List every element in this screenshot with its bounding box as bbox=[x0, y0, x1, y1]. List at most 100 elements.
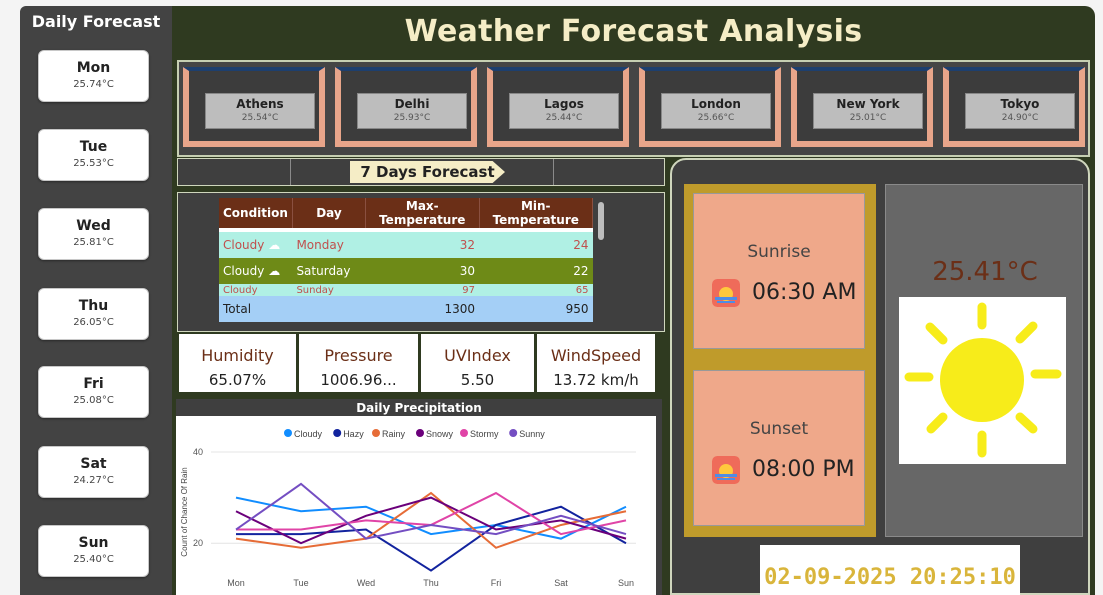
current-datetime: 02-09-2025 20:25:10 bbox=[760, 545, 1020, 595]
metric-value: 1006.96... bbox=[320, 371, 397, 389]
total-min: 950 bbox=[479, 296, 593, 322]
column-header[interactable]: Min-Temperature bbox=[479, 198, 593, 228]
city-button[interactable]: Athens 25.54°C bbox=[205, 93, 315, 129]
day-card-sun[interactable]: Sun 25.40°C bbox=[38, 525, 149, 577]
day-name: Fri bbox=[83, 376, 104, 392]
chart-title: Daily Precipitation bbox=[356, 401, 482, 415]
column-header[interactable]: Day bbox=[292, 198, 367, 228]
day-cell: Sunday bbox=[292, 284, 366, 296]
x-tick-label: Sun bbox=[618, 578, 634, 588]
precipitation-chart[interactable]: Cloudy Hazy Rainy Snowy Stormy Sunny 20 40 Count… bbox=[176, 416, 656, 595]
city-name: Lagos bbox=[544, 97, 584, 111]
day-name: Mon bbox=[76, 60, 111, 76]
metric-label: WindSpeed bbox=[550, 346, 642, 365]
chart-container: Cloudy Hazy Rainy Snowy Stormy Sunny 20 40 Count… bbox=[176, 416, 656, 595]
city-temp: 25.66°C bbox=[697, 113, 735, 123]
city-card-lagos[interactable]: Lagos 25.44°C bbox=[487, 67, 629, 147]
legend-marker bbox=[333, 429, 342, 437]
main-area: Weather Forecast Analysis Athens 25.54°C… bbox=[172, 6, 1095, 595]
table-scrollbar[interactable] bbox=[596, 198, 606, 322]
total-empty bbox=[292, 296, 366, 322]
city-button[interactable]: Delhi 25.93°C bbox=[357, 93, 467, 129]
day-card-mon[interactable]: Mon 25.74°C bbox=[38, 50, 149, 102]
city-temp: 25.01°C bbox=[849, 113, 887, 123]
city-card-tokyo[interactable]: Tokyo 24.90°C bbox=[943, 67, 1085, 147]
condition-text: Cloudy bbox=[223, 238, 265, 252]
table-row[interactable]: Cloudy ☁ Saturday 30 22 bbox=[219, 258, 593, 284]
legend-marker bbox=[460, 429, 468, 437]
sun-weather-panel: Sunrise 06:30 AM Sunset 08:00 PM 25.41°C… bbox=[670, 158, 1090, 595]
y-tick-label: 20 bbox=[193, 538, 203, 548]
city-name: Athens bbox=[236, 97, 284, 111]
day-card-sat[interactable]: Sat 24.27°C bbox=[38, 446, 149, 498]
total-max: 1300 bbox=[365, 296, 479, 322]
cloud-icon: ☁ bbox=[268, 264, 281, 278]
scrollbar-thumb[interactable] bbox=[598, 202, 604, 240]
divider bbox=[553, 159, 554, 185]
table-row[interactable]: Cloudy ☁ Monday 32 24 bbox=[219, 232, 593, 258]
sunset-icon bbox=[712, 456, 740, 484]
metric-value: 65.07% bbox=[208, 371, 267, 389]
metric-value: 13.72 km/h bbox=[553, 371, 639, 389]
column-header[interactable]: Condition bbox=[219, 198, 293, 228]
city-card-london[interactable]: London 25.66°C bbox=[639, 67, 781, 147]
city-card-delhi[interactable]: Delhi 25.93°C bbox=[335, 67, 477, 147]
sunset-card: Sunset 08:00 PM bbox=[693, 370, 865, 526]
precipitation-panel: Daily Precipitation Cloudy Hazy Rainy Snowy… bbox=[176, 399, 662, 595]
day-name: Wed bbox=[76, 218, 111, 234]
legend-label: Sunny bbox=[519, 429, 545, 439]
column-header[interactable]: Max-Temperature bbox=[365, 198, 480, 228]
city-button[interactable]: Lagos 25.44°C bbox=[509, 93, 619, 129]
city-button[interactable]: New York 25.01°C bbox=[813, 93, 923, 129]
city-temp: 25.54°C bbox=[241, 113, 279, 123]
x-tick-label: Tue bbox=[293, 578, 308, 588]
city-button[interactable]: London 25.66°C bbox=[661, 93, 771, 129]
dashboard: Daily Forecast Mon 25.74°C Tue 25.53°C W… bbox=[0, 0, 1103, 595]
pressure-card: Pressure 1006.96... bbox=[299, 334, 418, 392]
day-cell: Saturday bbox=[292, 258, 366, 284]
max-temp-cell: 30 bbox=[365, 258, 479, 284]
day-temp: 25.74°C bbox=[73, 79, 114, 90]
day-cell: Monday bbox=[292, 232, 366, 258]
day-name: Sun bbox=[78, 535, 109, 551]
metric-label: Pressure bbox=[324, 346, 393, 365]
min-temp-cell: 24 bbox=[479, 232, 593, 258]
day-card-fri[interactable]: Fri 25.08°C bbox=[38, 366, 149, 418]
min-temp-cell: 65 bbox=[479, 284, 593, 296]
cloud-icon: ☁ bbox=[268, 238, 281, 252]
legend-label: Cloudy bbox=[294, 429, 323, 439]
legend-marker bbox=[509, 429, 518, 437]
table-header-row: Condition Day Max-Temperature Min-Temper… bbox=[219, 198, 593, 228]
condition-cell: Cloudy ☁ bbox=[219, 232, 293, 258]
city-card-new-york[interactable]: New York 25.01°C bbox=[791, 67, 933, 147]
sunrise-icon bbox=[712, 279, 740, 307]
legend-marker bbox=[372, 429, 380, 437]
cities-panel: Athens 25.54°C Delhi 25.93°C Lagos 25.44… bbox=[177, 60, 1090, 157]
table-row[interactable]: Cloudy Sunday 97 65 bbox=[219, 284, 593, 296]
current-temp: 25.41°C bbox=[932, 257, 1038, 287]
sunrise-time-row: 06:30 AM bbox=[712, 278, 862, 308]
day-card-wed[interactable]: Wed 25.81°C bbox=[38, 208, 149, 260]
y-tick-label: 40 bbox=[193, 447, 203, 457]
condition-cell: Cloudy bbox=[219, 284, 293, 296]
city-name: London bbox=[691, 97, 741, 111]
legend-label: Rainy bbox=[382, 429, 406, 439]
city-name: Delhi bbox=[394, 97, 430, 111]
divider bbox=[290, 159, 291, 185]
day-temp: 24.27°C bbox=[73, 475, 114, 486]
condition-cell: Cloudy ☁ bbox=[219, 258, 293, 284]
city-button[interactable]: Tokyo 24.90°C bbox=[965, 93, 1075, 129]
max-temp-cell: 32 bbox=[365, 232, 479, 258]
day-name: Thu bbox=[78, 298, 109, 314]
day-card-tue[interactable]: Tue 25.53°C bbox=[38, 129, 149, 181]
table-total-row: Total 1300 950 bbox=[219, 296, 593, 322]
condition-text: Cloudy bbox=[223, 284, 258, 296]
city-card-athens[interactable]: Athens 25.54°C bbox=[183, 67, 325, 147]
humidity-card: Humidity 65.07% bbox=[179, 334, 296, 392]
day-temp: 25.08°C bbox=[73, 395, 114, 406]
daily-forecast-sidebar: Daily Forecast Mon 25.74°C Tue 25.53°C W… bbox=[20, 6, 172, 595]
forecast-banner-row: 7 Days Forecast bbox=[177, 158, 665, 186]
sun-times-frame: Sunrise 06:30 AM Sunset 08:00 PM bbox=[684, 184, 876, 537]
legend-label: Hazy bbox=[343, 429, 364, 439]
day-card-thu[interactable]: Thu 26.05°C bbox=[38, 288, 149, 340]
